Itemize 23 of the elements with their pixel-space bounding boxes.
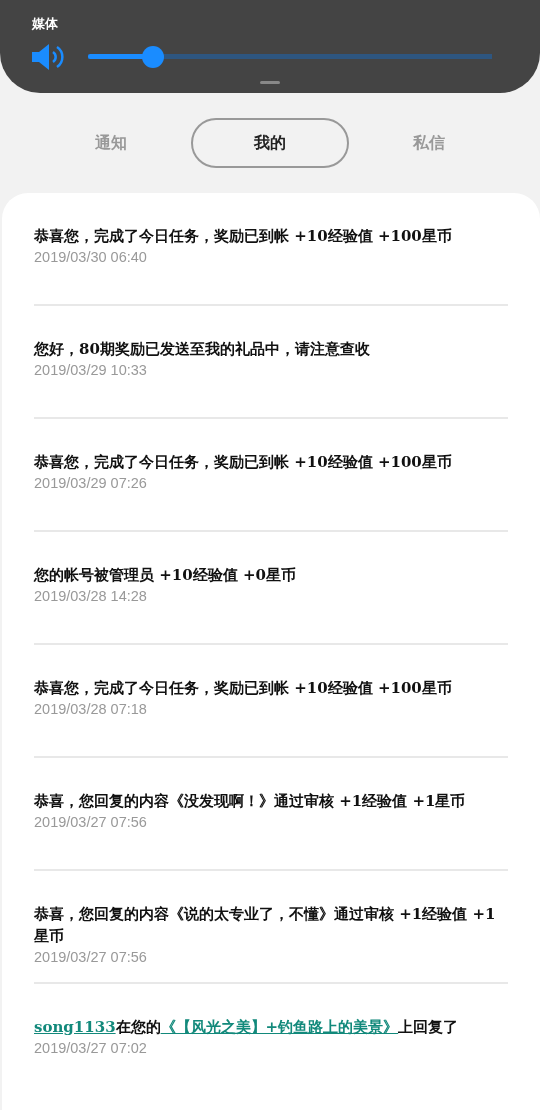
volume-label: 媒体 <box>32 15 59 33</box>
speaker-icon[interactable] <box>32 42 66 71</box>
message-text[interactable]: 恭喜您，完成了今日任务，奖励已到帐 +10经验值 +100星币 <box>34 677 508 699</box>
message-text[interactable]: 您的帐号被管理员 +10经验值 +0星币 <box>34 564 508 586</box>
message-text[interactable]: song1133在您的《【风光之美】+钓鱼路上的美景》上回复了 <box>34 1016 508 1038</box>
message-text[interactable]: 恭喜，您回复的内容《说的太专业了，不懂》通过审核 +1经验值 +1星币 <box>34 903 508 947</box>
message-time: 2019/03/28 14:28 <box>34 587 148 606</box>
message-time: 2019/03/30 06:40 <box>34 248 148 267</box>
message-time: 2019/03/27 07:56 <box>34 948 148 967</box>
message-text[interactable]: 恭喜您，完成了今日任务，奖励已到帐 +10经验值 +100星币 <box>34 451 508 473</box>
message-time: 2019/03/27 07:56 <box>34 813 148 832</box>
message-time: 2019/03/27 07:02 <box>34 1039 148 1058</box>
message-time: 2019/03/28 07:18 <box>34 700 148 719</box>
message-text[interactable]: 恭喜您，完成了今日任务，奖励已到帐 +10经验值 +100星币 <box>34 225 508 247</box>
message-time: 2019/03/29 07:26 <box>34 474 148 493</box>
message-link[interactable]: 《【风光之美】+钓鱼路上的美景》 <box>160 1018 399 1036</box>
message-link[interactable]: song1133 <box>34 1018 116 1036</box>
message-text[interactable]: 恭喜，您回复的内容《没发现啊！》通过审核 +1经验值 +1星币 <box>34 790 508 812</box>
message-text[interactable]: 您好，80期奖励已发送至我的礼品中，请注意查收 <box>34 338 508 360</box>
panel-handle[interactable] <box>260 81 280 84</box>
slider-thumb[interactable] <box>141 45 164 68</box>
tab[interactable]: 我的 <box>191 118 349 168</box>
message-time: 2019/03/29 10:33 <box>34 361 148 380</box>
